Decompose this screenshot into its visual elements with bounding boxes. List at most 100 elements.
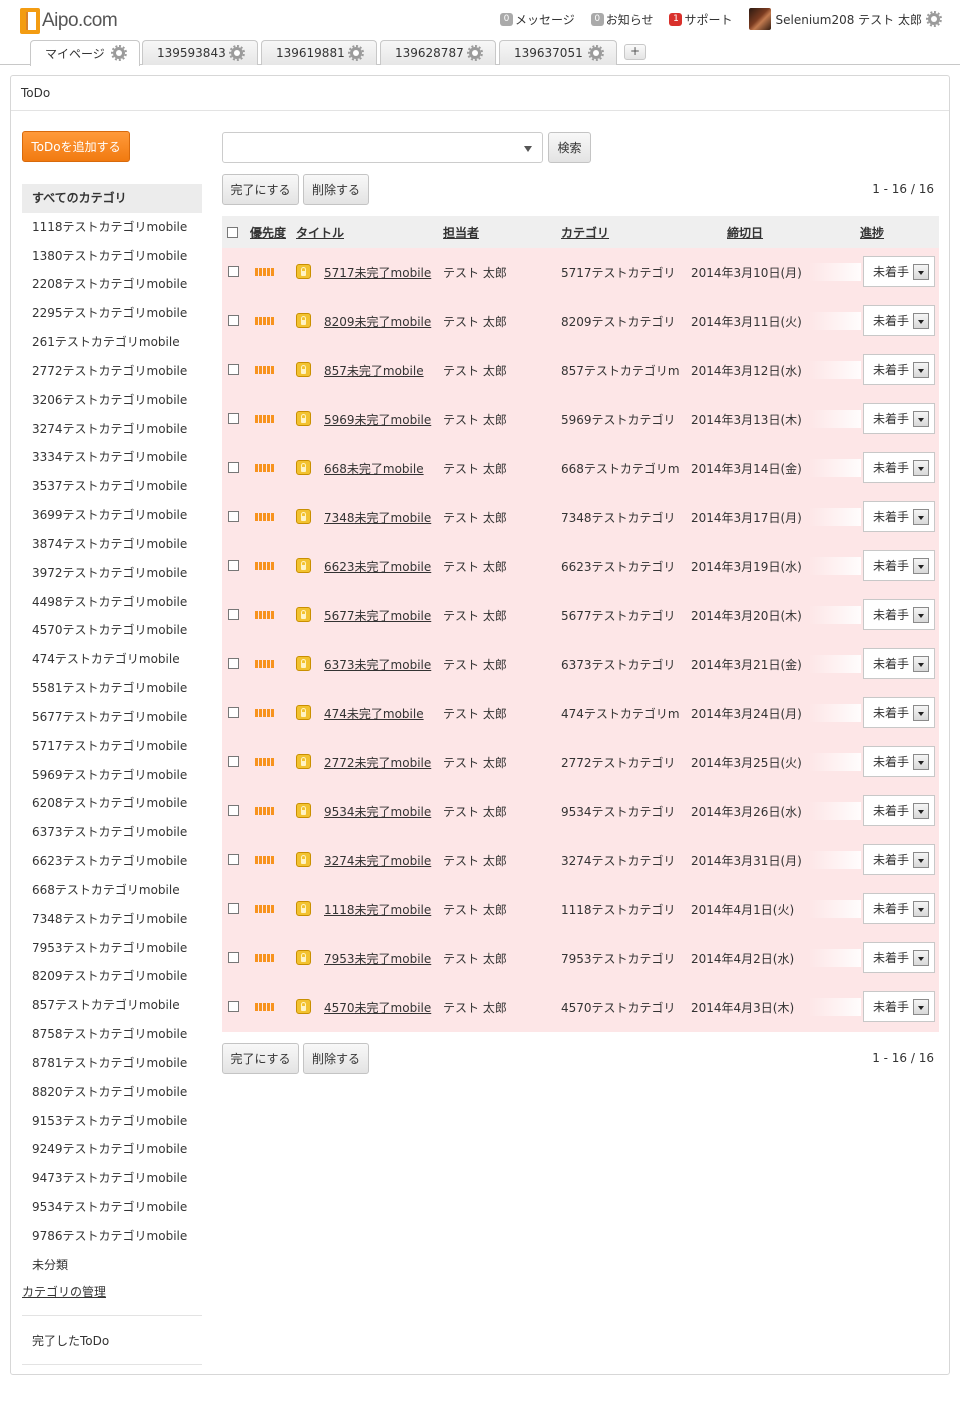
category-item[interactable]: 2208テストカテゴリmobile <box>22 270 202 299</box>
status-select[interactable]: 未着手 <box>863 746 935 777</box>
category-item[interactable]: 8820テストカテゴリmobile <box>22 1078 202 1107</box>
todo-title-link[interactable]: 857未完了mobile <box>324 362 424 379</box>
header-category[interactable]: カテゴリ <box>561 224 609 241</box>
todo-title-link[interactable]: 9534未完了mobile <box>324 803 431 820</box>
todo-title-link[interactable]: 6623未完了mobile <box>324 558 431 575</box>
category-item[interactable]: 5581テストカテゴリmobile <box>22 674 202 703</box>
category-item[interactable]: 2295テストカテゴリmobile <box>22 299 202 328</box>
support-link[interactable]: 1 サポート <box>669 11 733 28</box>
category-item[interactable]: 2772テストカテゴリmobile <box>22 357 202 386</box>
category-item[interactable]: 未分類 <box>22 1251 202 1280</box>
status-select[interactable]: 未着手 <box>863 305 935 336</box>
category-item[interactable]: 3874テストカテゴリmobile <box>22 530 202 559</box>
tab-139619881[interactable]: 139619881 <box>261 40 377 65</box>
category-manage-link[interactable]: カテゴリの管理 <box>22 1283 106 1300</box>
status-select[interactable]: 未着手 <box>863 648 935 679</box>
header-title[interactable]: タイトル <box>296 224 344 241</box>
todo-title-link[interactable]: 4570未完了mobile <box>324 999 431 1016</box>
category-item[interactable]: 8781テストカテゴリmobile <box>22 1049 202 1078</box>
category-item[interactable]: 261テストカテゴリmobile <box>22 328 202 357</box>
todo-title-link[interactable]: 7348未完了mobile <box>324 509 431 526</box>
row-checkbox[interactable] <box>228 805 239 816</box>
gear-icon[interactable] <box>348 45 364 61</box>
tab-139637051[interactable]: 139637051 <box>499 40 617 65</box>
category-item[interactable]: 9473テストカテゴリmobile <box>22 1164 202 1193</box>
header-assignee[interactable]: 担当者 <box>443 224 479 241</box>
category-item[interactable]: 474テストカテゴリmobile <box>22 645 202 674</box>
category-item[interactable]: 6208テストカテゴリmobile <box>22 789 202 818</box>
gear-icon[interactable] <box>111 45 127 61</box>
todo-title-link[interactable]: 668未完了mobile <box>324 460 424 477</box>
delete-button-bottom[interactable]: 削除する <box>303 1043 369 1074</box>
todo-title-link[interactable]: 7953未完了mobile <box>324 950 431 967</box>
status-select[interactable]: 未着手 <box>863 354 935 385</box>
row-checkbox[interactable] <box>228 756 239 767</box>
tab-mypage[interactable]: マイページ <box>30 40 140 66</box>
category-item[interactable]: 857テストカテゴリmobile <box>22 991 202 1020</box>
header-priority[interactable]: 優先度 <box>250 224 286 241</box>
category-item[interactable]: 6623テストカテゴリmobile <box>22 847 202 876</box>
logo[interactable]: Aipo.com <box>20 7 118 35</box>
messages-link[interactable]: 0 メッセージ <box>499 11 575 28</box>
status-select[interactable]: 未着手 <box>863 893 935 924</box>
category-item[interactable]: 3699テストカテゴリmobile <box>22 501 202 530</box>
category-item[interactable]: 7953テストカテゴリmobile <box>22 934 202 963</box>
category-item[interactable]: 1118テストカテゴリmobile <box>22 213 202 242</box>
category-filter-select[interactable] <box>222 132 543 163</box>
row-checkbox[interactable] <box>228 511 239 522</box>
gear-icon[interactable] <box>926 11 942 27</box>
status-select[interactable]: 未着手 <box>863 452 935 483</box>
category-item[interactable]: 9786テストカテゴリmobile <box>22 1222 202 1251</box>
status-select[interactable]: 未着手 <box>863 795 935 826</box>
category-item[interactable]: 8758テストカテゴリmobile <box>22 1020 202 1049</box>
category-item[interactable]: 4498テストカテゴリmobile <box>22 588 202 617</box>
category-item[interactable]: 4570テストカテゴリmobile <box>22 616 202 645</box>
completed-todo-link[interactable]: 完了したToDo <box>32 1332 109 1349</box>
category-item[interactable]: 9153テストカテゴリmobile <box>22 1107 202 1136</box>
todo-title-link[interactable]: 3274未完了mobile <box>324 852 431 869</box>
category-item[interactable]: 9249テストカテゴリmobile <box>22 1135 202 1164</box>
row-checkbox[interactable] <box>228 609 239 620</box>
todo-title-link[interactable]: 474未完了mobile <box>324 705 424 722</box>
delete-button[interactable]: 削除する <box>303 174 369 205</box>
row-checkbox[interactable] <box>228 707 239 718</box>
row-checkbox[interactable] <box>228 903 239 914</box>
header-deadline[interactable]: 締切日 <box>727 224 763 241</box>
row-checkbox[interactable] <box>228 266 239 277</box>
search-button[interactable]: 検索 <box>548 132 591 163</box>
category-item[interactable]: 3537テストカテゴリmobile <box>22 472 202 501</box>
status-select[interactable]: 未着手 <box>863 844 935 875</box>
todo-title-link[interactable]: 5677未完了mobile <box>324 607 431 624</box>
row-checkbox[interactable] <box>228 364 239 375</box>
category-item[interactable]: 3972テストカテゴリmobile <box>22 559 202 588</box>
header-progress[interactable]: 進捗 <box>860 224 884 241</box>
category-item[interactable]: 8209テストカテゴリmobile <box>22 962 202 991</box>
add-todo-button[interactable]: ToDoを追加する <box>22 131 130 162</box>
category-item[interactable]: 5969テストカテゴリmobile <box>22 761 202 790</box>
category-item[interactable]: 5717テストカテゴリmobile <box>22 732 202 761</box>
row-checkbox[interactable] <box>228 462 239 473</box>
gear-icon[interactable] <box>467 45 483 61</box>
status-select[interactable]: 未着手 <box>863 991 935 1022</box>
complete-button[interactable]: 完了にする <box>222 174 299 205</box>
gear-icon[interactable] <box>588 45 604 61</box>
category-item[interactable]: 6373テストカテゴリmobile <box>22 818 202 847</box>
row-checkbox[interactable] <box>228 413 239 424</box>
status-select[interactable]: 未着手 <box>863 501 935 532</box>
category-item[interactable]: 7348テストカテゴリmobile <box>22 905 202 934</box>
todo-title-link[interactable]: 6373未完了mobile <box>324 656 431 673</box>
status-select[interactable]: 未着手 <box>863 697 935 728</box>
tab-139628787[interactable]: 139628787 <box>380 40 496 65</box>
notices-link[interactable]: 0 お知らせ <box>590 11 653 28</box>
category-item[interactable]: 3274テストカテゴリmobile <box>22 415 202 444</box>
user-menu[interactable]: Selenium208 テスト 太郎 <box>748 8 942 30</box>
status-select[interactable]: 未着手 <box>863 550 935 581</box>
todo-title-link[interactable]: 5969未完了mobile <box>324 411 431 428</box>
row-checkbox[interactable] <box>228 854 239 865</box>
todo-title-link[interactable]: 8209未完了mobile <box>324 313 431 330</box>
status-select[interactable]: 未着手 <box>863 403 935 434</box>
tab-139593843[interactable]: 139593843 <box>142 40 258 65</box>
todo-title-link[interactable]: 2772未完了mobile <box>324 754 431 771</box>
category-item[interactable]: 3334テストカテゴリmobile <box>22 443 202 472</box>
category-item[interactable]: 668テストカテゴリmobile <box>22 876 202 905</box>
